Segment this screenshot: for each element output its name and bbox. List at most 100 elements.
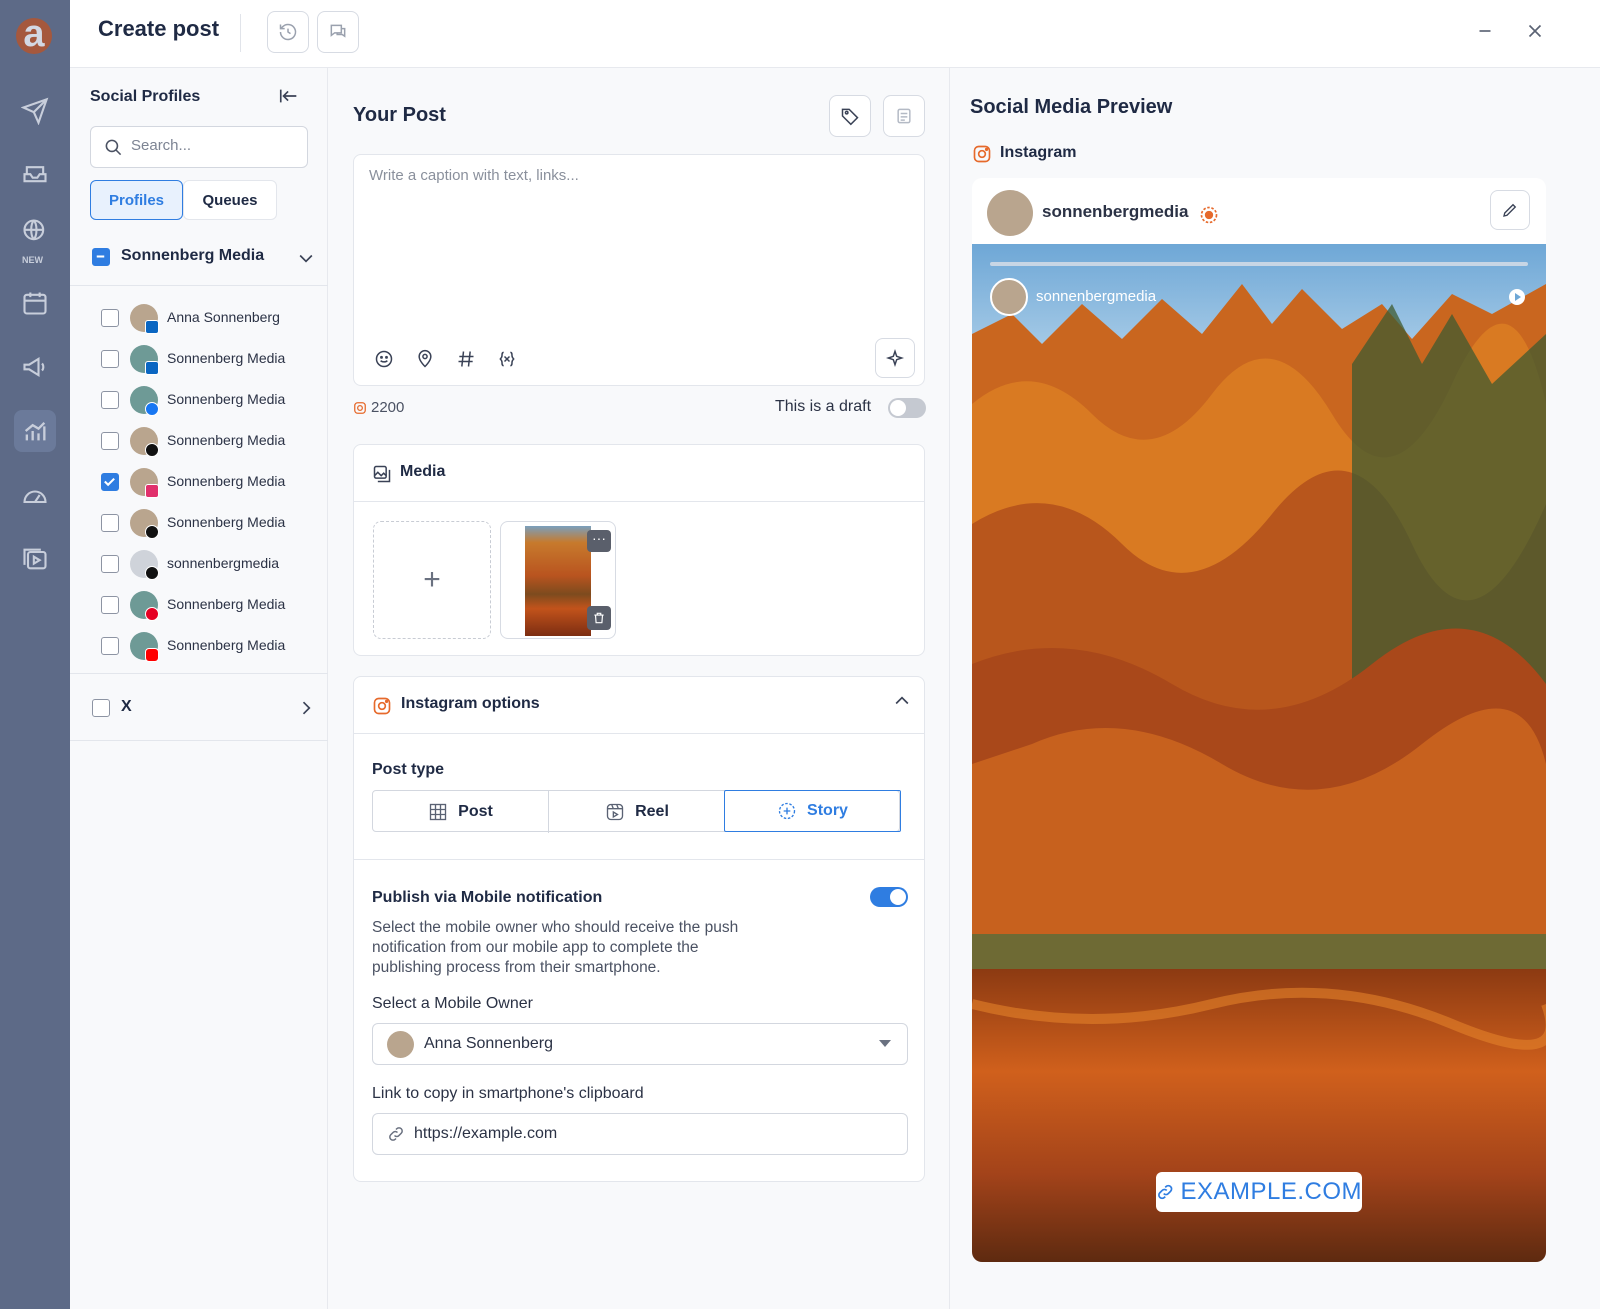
delete-media-button[interactable]	[587, 606, 611, 630]
add-media-button[interactable]: +	[373, 521, 491, 639]
instagram-icon	[972, 144, 992, 164]
facebook-icon	[145, 402, 159, 416]
profile-name: Sonnenberg Media	[167, 391, 286, 407]
notes-button[interactable]	[883, 95, 925, 137]
autumn-thumbnail-image	[525, 526, 591, 636]
group-checkbox[interactable]	[92, 248, 110, 266]
profile-name: Sonnenberg Media	[167, 473, 286, 489]
avatar	[387, 1031, 414, 1058]
minimize-icon[interactable]	[1474, 20, 1496, 42]
history-button[interactable]	[267, 11, 309, 53]
post-type-label: Post type	[372, 761, 445, 778]
globe-search-icon[interactable]	[14, 210, 56, 252]
images-icon	[372, 464, 392, 484]
analytics-icon[interactable]	[14, 410, 56, 452]
clipboard-link-field[interactable]: https://example.com	[372, 1113, 908, 1155]
media-thumbnail[interactable]: ···	[500, 521, 616, 639]
group-header-sonnenberg[interactable]: Sonnenberg Media	[70, 234, 328, 286]
comments-icon	[330, 24, 346, 38]
page-title: Create post	[98, 16, 220, 41]
instagram-icon	[354, 401, 366, 414]
collapse-sidebar-icon[interactable]	[278, 85, 300, 107]
group-checkbox[interactable]	[92, 699, 110, 717]
avatar	[987, 190, 1033, 236]
emoji-icon[interactable]	[374, 349, 394, 369]
profile-row[interactable]: Sonnenberg Media	[70, 421, 328, 461]
group-header-x[interactable]: X	[70, 673, 328, 741]
draft-toggle[interactable]	[888, 398, 926, 418]
megaphone-icon[interactable]	[14, 346, 56, 388]
edit-preview-button[interactable]	[1490, 190, 1530, 230]
send-icon[interactable]	[14, 90, 56, 132]
notes-icon	[897, 108, 911, 124]
profile-row[interactable]: Sonnenberg Media	[70, 626, 328, 666]
post-type-reel[interactable]: Reel	[549, 791, 725, 833]
sparkle-icon	[885, 348, 905, 368]
linkedin-icon	[145, 361, 159, 375]
profile-row[interactable]: Sonnenberg Media	[70, 380, 328, 420]
tag-button[interactable]	[829, 95, 871, 137]
tag-icon	[841, 108, 859, 126]
comments-button[interactable]	[317, 11, 359, 53]
caption-placeholder[interactable]: Write a caption with text, links...	[369, 167, 579, 184]
app-logo[interactable]: a	[16, 15, 52, 54]
profile-checkbox[interactable]	[101, 309, 119, 327]
story-username: sonnenbergmedia	[1036, 288, 1157, 305]
profile-checkbox[interactable]	[101, 596, 119, 614]
profile-row[interactable]: Sonnenberg Media	[70, 503, 328, 543]
profile-row[interactable]: Sonnenberg Media	[70, 339, 328, 379]
owner-label: Select a Mobile Owner	[372, 995, 533, 1012]
link-sticker[interactable]: EXAMPLE.COM	[1156, 1172, 1362, 1212]
divider	[240, 14, 241, 52]
mobile-owner-select[interactable]: Anna Sonnenberg	[372, 1023, 908, 1065]
media-library-icon[interactable]	[14, 538, 56, 580]
mobile-notification-toggle[interactable]	[870, 887, 908, 907]
ai-assist-button[interactable]	[875, 338, 915, 378]
profile-row[interactable]: Anna Sonnenberg	[70, 298, 328, 338]
profile-row[interactable]: sonnenbergmedia	[70, 544, 328, 584]
calendar-icon[interactable]	[14, 282, 56, 324]
post-type-selector: Post Reel Story	[372, 790, 901, 833]
profile-checkbox[interactable]	[101, 555, 119, 573]
tab-profiles[interactable]: Profiles	[90, 180, 183, 220]
link-sticker-text: EXAMPLE.COM	[1180, 1178, 1362, 1205]
profile-row[interactable]: Sonnenberg Media	[70, 462, 328, 502]
more-options-icon[interactable]: ···	[587, 530, 611, 552]
inbox-icon[interactable]	[14, 152, 56, 194]
profile-row[interactable]: Sonnenberg Media	[70, 585, 328, 625]
post-type-post[interactable]: Post	[373, 791, 549, 833]
gauge-icon[interactable]	[14, 474, 56, 516]
instagram-options-card: Instagram options Post type Post Reel St…	[353, 676, 925, 1182]
tab-queues[interactable]: Queues	[183, 180, 277, 220]
profile-name: Anna Sonnenberg	[167, 309, 280, 325]
link-icon	[387, 1125, 405, 1143]
search-input[interactable]	[131, 137, 301, 154]
chevron-right-icon[interactable]	[296, 698, 316, 718]
chevron-down-icon[interactable]	[296, 248, 316, 268]
close-icon[interactable]	[1524, 20, 1546, 42]
profile-checkbox[interactable]	[101, 391, 119, 409]
chevron-up-icon[interactable]	[892, 691, 912, 711]
profile-name: sonnenbergmedia	[167, 555, 280, 571]
profile-checkbox[interactable]	[101, 432, 119, 450]
profile-checkbox[interactable]	[101, 514, 119, 532]
hashtag-icon[interactable]	[456, 349, 476, 369]
profile-checkbox[interactable]	[101, 473, 119, 491]
variables-icon[interactable]	[497, 349, 517, 369]
group-name: Sonnenberg Media	[121, 247, 265, 264]
post-editor: Your Post Write a caption with text, lin…	[328, 68, 950, 1309]
location-icon[interactable]	[415, 349, 435, 369]
link-value[interactable]: https://example.com	[414, 1125, 557, 1143]
post-type-story[interactable]: Story	[724, 790, 901, 832]
post-type-reel-label: Reel	[635, 803, 669, 820]
reel-icon	[606, 803, 624, 821]
caption-box[interactable]: Write a caption with text, links...	[353, 154, 925, 386]
tiktok-icon	[145, 566, 159, 580]
preview-header: sonnenbergmedia	[972, 178, 1546, 246]
profile-checkbox[interactable]	[101, 350, 119, 368]
post-type-story-label: Story	[807, 802, 848, 819]
app-rail: a NEW	[0, 0, 70, 1309]
history-icon	[279, 23, 297, 41]
profile-checkbox[interactable]	[101, 637, 119, 655]
linkedin-icon	[145, 320, 159, 334]
